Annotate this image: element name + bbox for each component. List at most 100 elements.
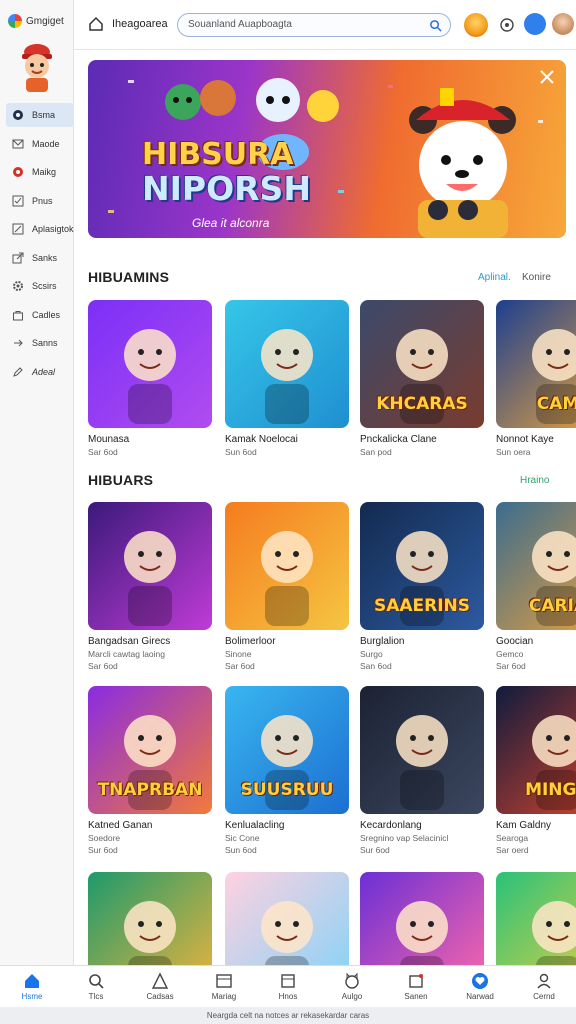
game-thumbnail[interactable]: SAAERINS: [360, 502, 484, 630]
game-card[interactable]: KHCARAS Pnckalicka Clane San pod: [360, 300, 484, 457]
game-card[interactable]: Kecardonlang Sregnino vap Selacinicl Sur 6…: [360, 686, 484, 855]
game-thumbnail[interactable]: [360, 686, 484, 814]
sidebar-item-scsirs[interactable]: Scsirs: [6, 274, 74, 298]
section-link-all[interactable]: Aplinal.: [478, 272, 511, 283]
game-card[interactable]: [360, 872, 484, 965]
character-art-icon: [396, 715, 448, 810]
game-title[interactable]: Bangadsan Girecs: [88, 636, 212, 647]
bottom-nav-item-4[interactable]: Hnos: [256, 966, 320, 1007]
game-card[interactable]: Bolimerloor Sinone Sar 6od: [225, 502, 349, 671]
banner-title: HIBSURA NIPORSH: [142, 137, 311, 206]
game-card[interactable]: SAAERINS Burglalion Surgo San 6od: [360, 502, 484, 671]
game-title[interactable]: Goocian: [496, 636, 576, 647]
game-card[interactable]: Mounasa Sar 6od: [88, 300, 212, 457]
game-card[interactable]: Kamak Noelocai Sun 6od: [225, 300, 349, 457]
character-art-icon: [124, 901, 176, 965]
search-input[interactable]: Souanland Auapboagta: [177, 13, 451, 37]
sidebar-item-pnus[interactable]: Pnus: [6, 189, 74, 213]
sidebar-item-maode[interactable]: Maode: [6, 132, 74, 156]
home-icon[interactable]: [88, 16, 104, 32]
sidebar-item-label: Maode: [32, 138, 60, 149]
character-art-icon: [261, 901, 313, 965]
sidebar-item-aplasigtok[interactable]: Aplasigtok: [6, 217, 74, 241]
bottom-nav-label: Narwad: [466, 992, 494, 1001]
game-title[interactable]: Katned Ganan: [88, 820, 212, 831]
game-thumbnail[interactable]: [225, 872, 349, 965]
sidebar-item-sanks[interactable]: Sanks: [6, 246, 74, 270]
bottom-nav-label: Cadsas: [146, 992, 174, 1001]
game-title[interactable]: Kecardonlang: [360, 820, 484, 831]
bottom-nav-item-8[interactable]: Cernd: [512, 966, 576, 1007]
game-subtitle: Sar 6od: [88, 661, 118, 671]
game-card[interactable]: MINGO Kam Galdny Searoga Sar oerd: [496, 686, 576, 855]
bottom-nav-item-1[interactable]: Tlcs: [64, 966, 128, 1007]
sidebar-item-maikg[interactable]: Maikg: [6, 160, 74, 184]
game-thumbnail[interactable]: SUUSRUU: [225, 686, 349, 814]
sidebar-item-cadles[interactable]: Cadles: [6, 303, 74, 327]
bottom-nav-label: Sanen: [404, 992, 428, 1001]
game-thumbnail[interactable]: MINGO: [496, 686, 576, 814]
game-thumbnail[interactable]: [88, 300, 212, 428]
game-thumbnail[interactable]: [225, 300, 349, 428]
game-subtitle: Soedore: [88, 833, 121, 843]
user-avatar[interactable]: [552, 13, 574, 35]
bottom-nav-item-7[interactable]: Narwad: [448, 966, 512, 1007]
game-thumbnail[interactable]: CARIA: [496, 502, 576, 630]
game-title[interactable]: Kam Galdny: [496, 820, 576, 831]
section-link-popular[interactable]: Hraino: [520, 475, 549, 486]
section-link-more[interactable]: Konire: [522, 272, 551, 283]
game-subtitle: Surgo: [360, 649, 383, 659]
game-title[interactable]: Mounasa: [88, 434, 212, 445]
bottom-nav-item-6[interactable]: Sanen: [384, 966, 448, 1007]
game-thumbnail[interactable]: [225, 502, 349, 630]
game-title[interactable]: Bolimerloor: [225, 636, 349, 647]
game-thumbnail[interactable]: [360, 872, 484, 965]
bottom-nav-item-0[interactable]: Hsme: [0, 966, 64, 1007]
game-subtitle: Searoga: [496, 833, 529, 843]
home-icon: [25, 974, 39, 988]
game-thumbnail[interactable]: TNAPRBAN: [88, 686, 212, 814]
settings-circle-icon[interactable]: [499, 17, 515, 33]
sidebar-item-label: Bsma: [32, 110, 56, 120]
game-thumbnail[interactable]: [88, 872, 212, 965]
close-icon[interactable]: [538, 68, 556, 86]
game-thumbnail[interactable]: [496, 872, 576, 965]
layout-icon: [216, 974, 232, 988]
bottom-nav-label: Hnos: [278, 992, 298, 1001]
bottom-nav-label: Tlcs: [88, 992, 104, 1001]
game-card[interactable]: TNAPRBAN Katned Ganan Soedore Sur 6od: [88, 686, 212, 855]
game-title[interactable]: Kamak Noelocai: [225, 434, 349, 445]
game-thumbnail[interactable]: [88, 502, 212, 630]
bottom-nav-item-3[interactable]: Mariag: [192, 966, 256, 1007]
hero-banner[interactable]: HIBSURA NIPORSH Glea it alconra: [88, 60, 566, 238]
thumbnail-title: KHCARAS: [376, 394, 468, 414]
banner-title-line1: HIBSURA: [142, 137, 294, 172]
game-card[interactable]: [88, 872, 212, 965]
brand[interactable]: Gmgiget: [8, 14, 64, 28]
notification-icon[interactable]: [524, 13, 546, 35]
game-title[interactable]: Pnckalicka Clane: [360, 434, 484, 445]
sidebar-item-adeal[interactable]: Adeal: [6, 360, 74, 384]
search-icon[interactable]: [429, 19, 442, 32]
game-card[interactable]: SUUSRUU Kenlualacling Sic Cone Sun 6od: [225, 686, 349, 855]
game-subtitle: Sun 6od: [225, 845, 257, 855]
sidebar-item-sanns[interactable]: Sanns: [6, 331, 74, 355]
bottom-nav-item-2[interactable]: Cadsas: [128, 966, 192, 1007]
game-subtitle: Sun oera: [496, 447, 531, 457]
game-title[interactable]: Burglalion: [360, 636, 484, 647]
game-avatar-icon[interactable]: [464, 13, 488, 37]
game-title[interactable]: Nonnot Kaye: [496, 434, 576, 445]
game-card[interactable]: CAM Nonnot Kaye Sun oera: [496, 300, 576, 457]
bottom-nav-label: Mariag: [211, 992, 237, 1001]
game-card[interactable]: Bangadsan Girecs Marcli cawtag laoing Sar …: [88, 502, 212, 671]
search-text: Souanland Auapboagta: [188, 19, 292, 30]
game-title[interactable]: Kenlualacling: [225, 820, 349, 831]
game-card[interactable]: CARIA Goocian Gemco Sar 6od: [496, 502, 576, 671]
game-card[interactable]: [225, 872, 349, 965]
bottom-nav-item-5[interactable]: Aulgo: [320, 966, 384, 1007]
game-card[interactable]: [496, 872, 576, 965]
sidebar-item-bsma[interactable]: Bsma: [6, 103, 74, 127]
game-subtitle: San pod: [360, 447, 392, 457]
game-thumbnail[interactable]: CAM: [496, 300, 576, 428]
game-thumbnail[interactable]: KHCARAS: [360, 300, 484, 428]
